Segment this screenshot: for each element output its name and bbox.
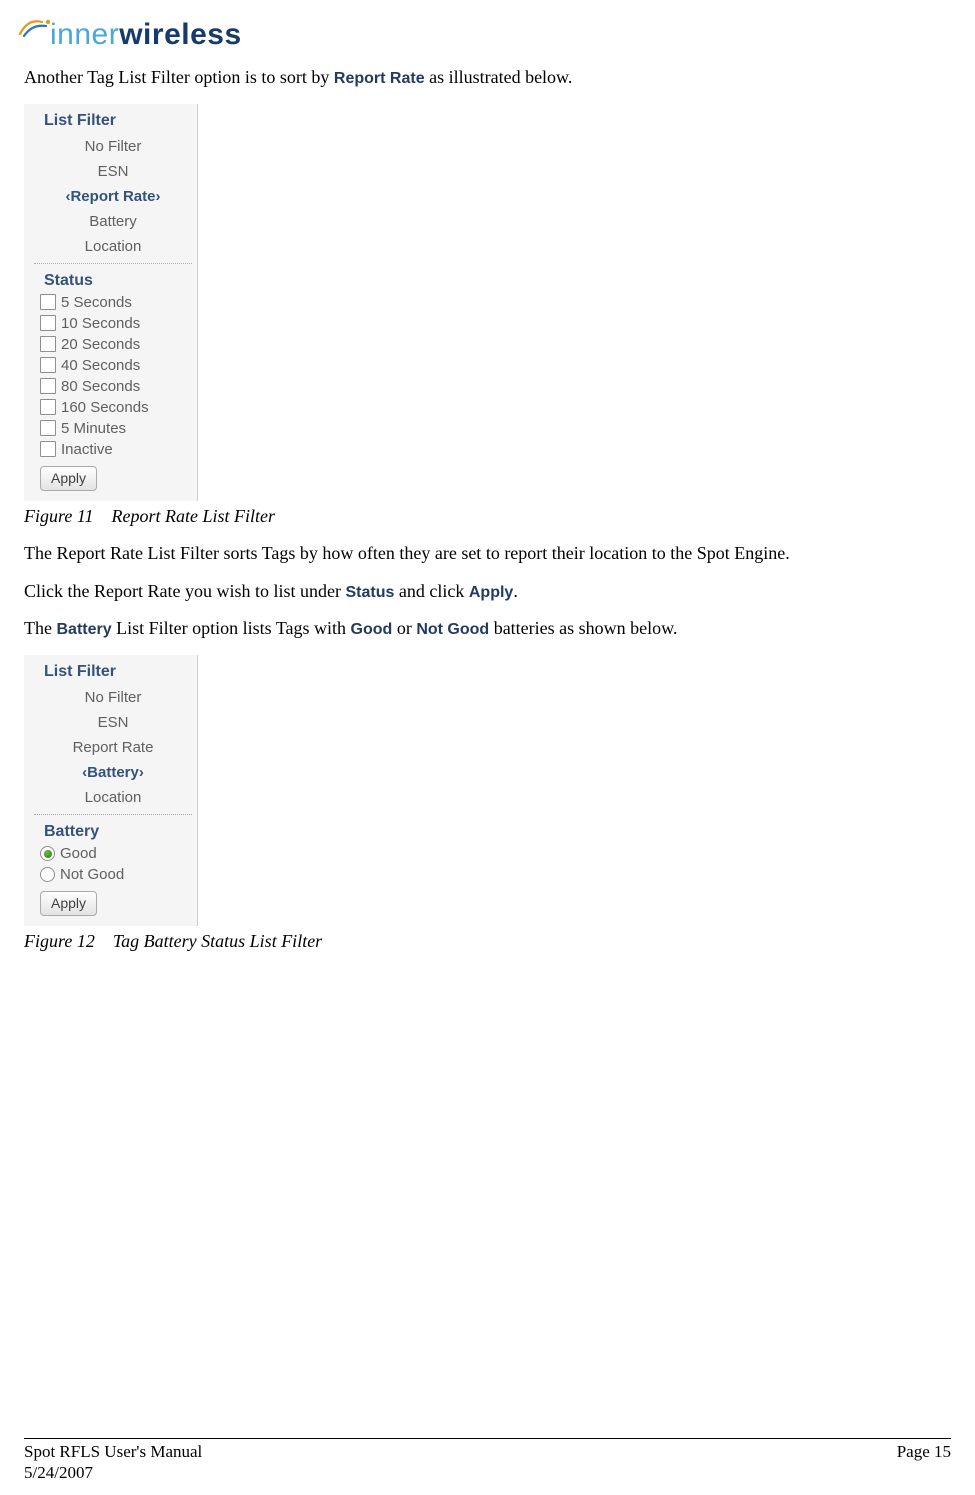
status-option-80-seconds[interactable]: 80 Seconds [40, 378, 192, 395]
filter-option-battery[interactable]: Battery [34, 213, 192, 230]
filter-option-location[interactable]: Location [34, 238, 192, 255]
battery-term: Battery [56, 621, 111, 638]
status-subtitle: Status [34, 272, 192, 290]
status-option-inactive[interactable]: Inactive [40, 441, 192, 458]
filter-option-esn-2[interactable]: ESN [34, 714, 192, 731]
filter-option-no-filter[interactable]: No Filter [34, 138, 192, 155]
status-option-20-seconds[interactable]: 20 Seconds [40, 336, 192, 353]
checkbox-icon[interactable] [40, 399, 56, 415]
divider-2 [34, 814, 192, 815]
logo-swoosh-icon [18, 12, 54, 46]
paragraph-report-rate-desc: The Report Rate List Filter sorts Tags b… [24, 542, 951, 565]
intro-paragraph: Another Tag List Filter option is to sor… [24, 66, 951, 90]
filter-option-location-2[interactable]: Location [34, 789, 192, 806]
filter-option-no-filter-2[interactable]: No Filter [34, 689, 192, 706]
battery-option-not-good[interactable]: Not Good [40, 866, 192, 883]
battery-subtitle: Battery [34, 823, 192, 841]
filter-list: No Filter ESN ‹Report Rate› Battery Loca… [34, 138, 192, 255]
status-option-40-seconds[interactable]: 40 Seconds [40, 357, 192, 374]
filter-option-esn[interactable]: ESN [34, 163, 192, 180]
checkbox-icon[interactable] [40, 378, 56, 394]
page-footer: Spot RFLS User's Manual 5/24/2007 Page 1… [24, 1441, 951, 1484]
status-option-160-seconds[interactable]: 160 Seconds [40, 399, 192, 416]
list-filter-title: List Filter [34, 112, 192, 130]
logo-text-inner: inner [50, 18, 119, 52]
checkbox-icon[interactable] [40, 336, 56, 352]
filter-list-2: No Filter ESN Report Rate ‹Battery› Loca… [34, 689, 192, 806]
divider [34, 263, 192, 264]
figure-12-caption: Figure 12Tag Battery Status List Filter [24, 930, 951, 953]
apply-term: Apply [469, 584, 513, 601]
status-option-5-seconds[interactable]: 5 Seconds [40, 294, 192, 311]
radio-icon[interactable] [40, 867, 55, 882]
report-rate-term: Report Rate [334, 70, 425, 87]
figure-12-panel: List Filter No Filter ESN Report Rate ‹B… [24, 655, 198, 926]
checkbox-icon[interactable] [40, 294, 56, 310]
status-term: Status [345, 584, 394, 601]
status-option-5-minutes[interactable]: 5 Minutes [40, 420, 192, 437]
footer-right: Page 15 [897, 1441, 951, 1484]
figure-11-caption: Figure 11Report Rate List Filter [24, 505, 951, 528]
not-good-term: Not Good [416, 621, 489, 638]
battery-option-good[interactable]: Good [40, 845, 192, 862]
filter-option-report-rate[interactable]: ‹Report Rate› [34, 188, 192, 205]
list-filter-title-2: List Filter [34, 663, 192, 681]
filter-option-battery-2[interactable]: ‹Battery› [34, 764, 192, 781]
checkbox-icon[interactable] [40, 357, 56, 373]
good-term: Good [351, 621, 393, 638]
status-option-10-seconds[interactable]: 10 Seconds [40, 315, 192, 332]
status-options: 5 Seconds 10 Seconds 20 Seconds 40 Secon… [34, 294, 192, 458]
apply-button-2[interactable]: Apply [40, 891, 97, 916]
paragraph-battery-desc: The Battery List Filter option lists Tag… [24, 617, 951, 641]
paragraph-click-report-rate: Click the Report Rate you wish to list u… [24, 580, 951, 604]
battery-options: Good Not Good [34, 845, 192, 883]
logo: innerwireless [18, 12, 951, 52]
footer-divider [24, 1438, 951, 1439]
figure-11-panel: List Filter No Filter ESN ‹Report Rate› … [24, 104, 198, 501]
radio-icon[interactable] [40, 846, 55, 861]
footer-left: Spot RFLS User's Manual 5/24/2007 [24, 1441, 202, 1484]
checkbox-icon[interactable] [40, 420, 56, 436]
logo-text-wireless: wireless [119, 18, 241, 52]
apply-button[interactable]: Apply [40, 466, 97, 491]
checkbox-icon[interactable] [40, 441, 56, 457]
checkbox-icon[interactable] [40, 315, 56, 331]
filter-option-report-rate-2[interactable]: Report Rate [34, 739, 192, 756]
